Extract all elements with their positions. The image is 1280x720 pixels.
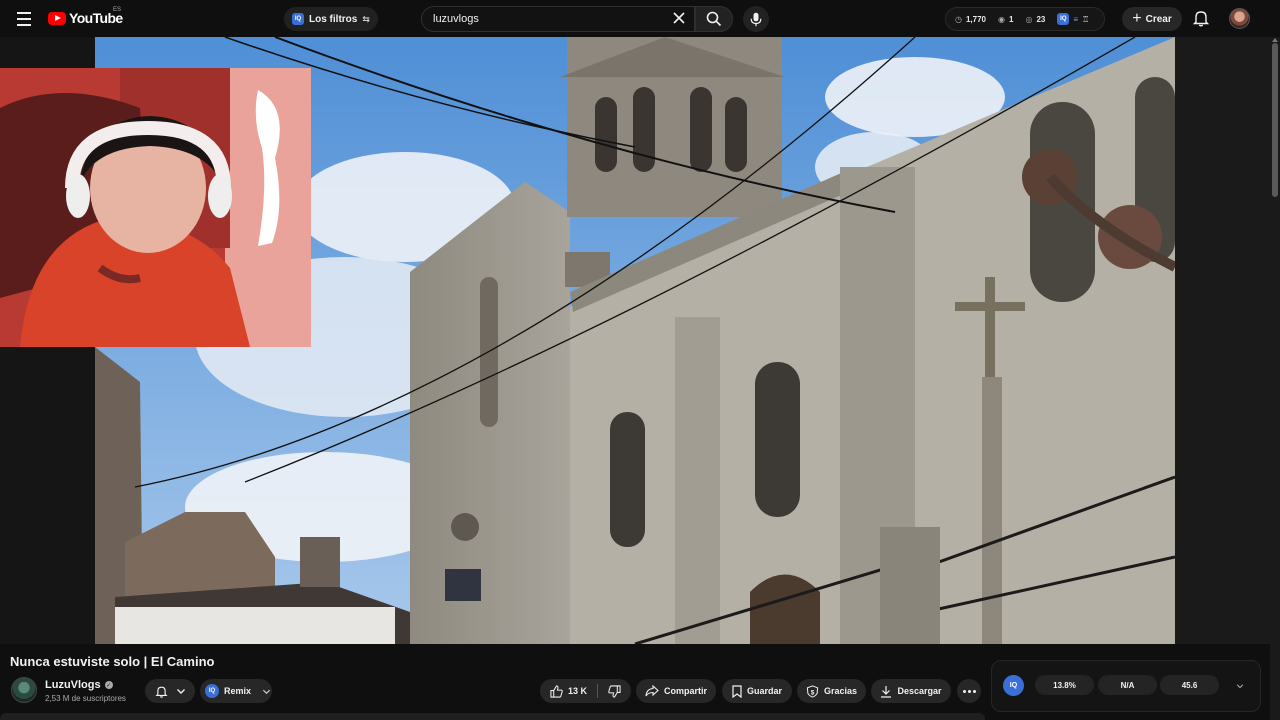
- metrics-expand-chevron-icon[interactable]: [1236, 682, 1244, 690]
- chevron-down-icon: [262, 689, 271, 694]
- share-label: Compartir: [663, 686, 707, 696]
- save-button[interactable]: Guardar: [722, 679, 792, 703]
- search-icon: [706, 11, 722, 27]
- stat-watching: 1: [1009, 14, 1014, 24]
- eye-icon: ◉: [998, 14, 1005, 24]
- subscriber-count: 2,53 M de suscriptores: [45, 694, 126, 703]
- stat-views: 1,770: [965, 14, 987, 24]
- channel-name-link[interactable]: LuzuVlogs ✓: [45, 679, 113, 691]
- save-icon: [732, 684, 742, 698]
- list-icon[interactable]: ≡: [1073, 15, 1078, 24]
- download-button[interactable]: Descargar: [871, 679, 951, 703]
- voice-search-button[interactable]: [743, 6, 769, 32]
- stat-viewers: 23: [1036, 14, 1046, 24]
- dislike-icon: [608, 684, 621, 698]
- metric-2: N/A: [1098, 675, 1157, 695]
- filter-swap-icon: ⇆: [362, 13, 370, 24]
- download-label: Descargar: [897, 686, 942, 696]
- dislike-button[interactable]: [598, 679, 631, 703]
- thanks-label: Gracias: [823, 686, 858, 696]
- share-button[interactable]: Compartir: [636, 679, 716, 703]
- more-icon: [962, 689, 966, 693]
- filters-button[interactable]: IQ Los filtros ⇆: [284, 7, 378, 31]
- extension-stats[interactable]: ◷ 1,770 ◉ 1 ◎ 23 IQ ≡ ♖: [945, 7, 1105, 31]
- thanks-button[interactable]: $ Gracias: [797, 679, 866, 703]
- thanks-icon: $: [806, 684, 819, 698]
- facecam-frame: [0, 68, 311, 347]
- download-icon: [881, 685, 892, 698]
- scrollbar-thumb[interactable]: [1272, 43, 1278, 197]
- iq-icon[interactable]: IQ: [1057, 13, 1070, 25]
- filters-label: Los filtros: [309, 13, 358, 25]
- search-button[interactable]: [695, 6, 733, 32]
- mic-icon: [750, 12, 762, 26]
- save-label: Guardar: [746, 686, 782, 696]
- more-actions-button[interactable]: [957, 679, 981, 703]
- account-avatar[interactable]: [1229, 8, 1250, 29]
- remix-label: Remix: [224, 686, 252, 696]
- like-dislike-group: 13 K: [540, 679, 631, 703]
- top-bar: YouTube ES IQ Los filtros ⇆ ◷ 1,770 ◉ 1 …: [0, 0, 1280, 37]
- bell-icon[interactable]: [1192, 9, 1210, 27]
- iq-metrics-icon[interactable]: IQ: [1003, 675, 1024, 696]
- youtube-logo[interactable]: YouTube ES: [48, 7, 123, 26]
- video-title: Nunca estuviste solo | El Camino: [10, 654, 215, 669]
- create-label: Crear: [1145, 13, 1172, 25]
- trophy-icon[interactable]: ♖: [1082, 15, 1089, 24]
- country-code: ES: [113, 7, 122, 13]
- chevron-down-icon: [176, 689, 185, 694]
- create-plus-icon: +: [1132, 10, 1142, 27]
- channel-name: LuzuVlogs: [45, 679, 101, 691]
- iq-remix-icon: IQ: [205, 684, 219, 698]
- verified-icon: ✓: [104, 681, 113, 689]
- share-icon: [645, 685, 659, 697]
- bell-icon: [154, 686, 168, 698]
- search-input[interactable]: [433, 13, 663, 25]
- like-icon: [550, 684, 563, 698]
- metric-1: 13.8%: [1035, 675, 1094, 695]
- like-button[interactable]: 13 K: [540, 679, 597, 703]
- description-box-edge[interactable]: [0, 713, 985, 720]
- facecam-overlay: [0, 68, 311, 347]
- clock-icon: ◷: [955, 14, 962, 24]
- subscription-bell-button[interactable]: [145, 679, 195, 703]
- channel-avatar[interactable]: [11, 677, 37, 703]
- clear-icon[interactable]: [672, 11, 686, 25]
- like-count: 13 K: [567, 686, 587, 696]
- viewers-icon: ◎: [1025, 14, 1033, 24]
- metric-3: 45.6: [1160, 675, 1219, 695]
- search-box: [421, 6, 695, 32]
- scroll-up-arrow[interactable]: [1272, 38, 1278, 42]
- menu-icon[interactable]: [13, 8, 35, 30]
- svg-text:$: $: [811, 689, 815, 696]
- iq-extension-icon: IQ: [292, 13, 304, 25]
- create-button[interactable]: + Crear: [1122, 7, 1182, 31]
- remix-button[interactable]: IQ Remix: [200, 679, 272, 703]
- youtube-logo-icon: [48, 11, 66, 25]
